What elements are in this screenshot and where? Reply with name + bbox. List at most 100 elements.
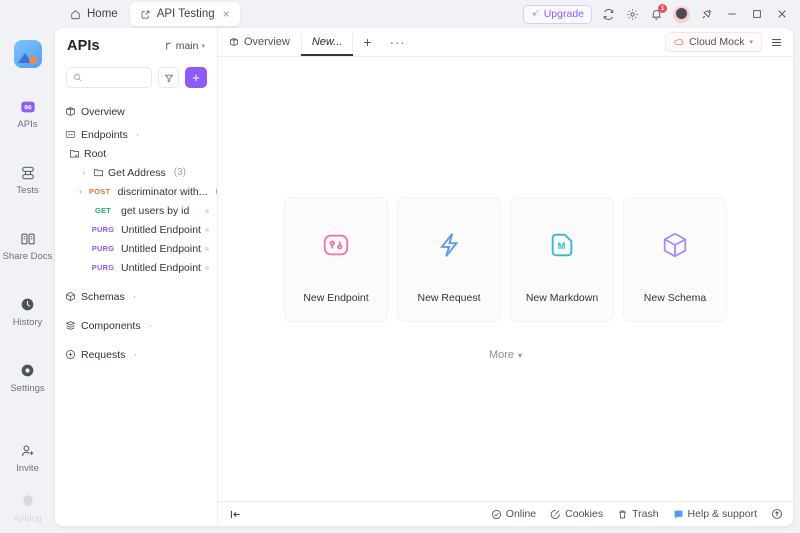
tree-item-discriminator[interactable]: › POST discriminator with... (1)	[55, 182, 217, 201]
tree-item-label: Untitled Endpoint	[121, 261, 201, 274]
method-badge: GET	[94, 206, 112, 215]
settings-icon	[20, 362, 35, 379]
folder-icon	[93, 167, 104, 178]
sidebar-item-invite[interactable]: Invite	[0, 434, 55, 484]
window-tab-home[interactable]: Home	[60, 2, 128, 26]
status-dot	[205, 227, 209, 232]
tree-item-untitled-endpoint[interactable]: PURG Untitled Endpoint	[55, 220, 217, 239]
status-help-support[interactable]: Help & support	[673, 508, 757, 520]
sidebar-item-share-docs[interactable]: Share Docs	[0, 222, 55, 272]
api-tree: Overview Endpoints · Root › Get Address …	[55, 96, 217, 364]
minimize-icon[interactable]	[724, 6, 740, 22]
branch-label: main	[175, 40, 199, 52]
chevron-right-icon[interactable]: ›	[79, 187, 82, 196]
chevron-right-icon[interactable]: ›	[79, 168, 89, 177]
window-tabs: Home API Testing ×	[60, 0, 240, 28]
sidebar-item-label: History	[12, 317, 43, 328]
history-icon	[20, 296, 35, 313]
bell-icon[interactable]: 1	[649, 3, 667, 22]
status-trash[interactable]: Trash	[617, 508, 659, 520]
lightning-icon	[434, 198, 464, 292]
apidog-logo[interactable]	[13, 40, 42, 68]
method-badge: PURG	[91, 263, 115, 272]
tree-item-menu[interactable]: ·	[149, 320, 153, 332]
search-input[interactable]	[87, 72, 145, 83]
svg-text:96: 96	[24, 104, 32, 111]
maximize-icon[interactable]	[749, 6, 765, 22]
filter-icon[interactable]	[158, 67, 179, 88]
tree-item-menu[interactable]: ·	[133, 291, 137, 303]
new-endpoint-card[interactable]: New Endpoint	[284, 197, 388, 322]
tree-item-get-address[interactable]: › Get Address (3)	[55, 163, 217, 182]
window-tab-api-testing[interactable]: API Testing ×	[129, 2, 240, 26]
home-icon	[70, 9, 81, 20]
status-dot	[205, 246, 209, 251]
gear-icon[interactable]	[625, 7, 640, 22]
branch-selector[interactable]: main ▾	[164, 40, 205, 52]
avatar[interactable]	[673, 5, 690, 23]
tree-item-components[interactable]: Components ·	[55, 316, 217, 335]
cloud-mock-label: Cloud Mock	[689, 36, 745, 48]
tree-item-menu[interactable]: ·	[136, 129, 140, 141]
tree-item-overview[interactable]: Overview	[55, 102, 217, 121]
status-label: Help & support	[687, 508, 757, 520]
tab-overflow-menu[interactable]: ···	[382, 28, 414, 56]
tree-item-schemas[interactable]: Schemas ·	[55, 287, 217, 306]
rocket-icon	[531, 9, 540, 19]
invite-icon	[20, 442, 36, 459]
search-box[interactable]	[66, 67, 152, 88]
tree-item-requests[interactable]: Requests ·	[55, 345, 217, 364]
status-label: Trash	[632, 508, 659, 520]
upgrade-button[interactable]: Upgrade	[522, 4, 592, 24]
close-icon[interactable]	[774, 6, 790, 22]
more-button[interactable]: More ▾	[489, 349, 522, 361]
overview-icon	[65, 106, 76, 117]
chevron-down-icon: ▾	[749, 39, 753, 46]
add-button[interactable]: +	[185, 67, 207, 88]
chevron-down-icon: ▾	[518, 350, 523, 360]
tree-item-menu[interactable]: ·	[133, 349, 137, 361]
sidebar-item-apis[interactable]: 96 APIs	[0, 90, 55, 140]
new-markdown-card[interactable]: M New Markdown	[510, 197, 614, 322]
sidebar-item-settings[interactable]: Settings	[0, 354, 55, 404]
new-tab-button[interactable]: +	[353, 28, 381, 56]
tree-item-root[interactable]: Root	[55, 144, 217, 163]
status-cookies[interactable]: Cookies	[550, 508, 603, 520]
upload-circle-icon[interactable]	[771, 508, 783, 520]
new-schema-card[interactable]: New Schema	[623, 197, 727, 322]
apis-sidebar: APIs main ▾ + Overview Endpoints · Root …	[55, 28, 218, 526]
close-icon[interactable]: ×	[223, 7, 230, 21]
new-request-card[interactable]: New Request	[397, 197, 501, 322]
refresh-icon[interactable]	[601, 7, 616, 22]
card-label: New Request	[417, 292, 481, 304]
sidebar-item-tests[interactable]: Tests	[0, 156, 55, 206]
tree-item-label: Schemas	[81, 290, 125, 303]
cloud-icon	[674, 37, 684, 47]
pin-icon[interactable]	[699, 6, 715, 22]
hamburger-icon[interactable]	[770, 36, 783, 49]
tree-item-label: Untitled Endpoint	[121, 242, 201, 255]
tree-item-endpoints[interactable]: Endpoints ·	[55, 125, 217, 144]
tree-item-label: Components	[81, 319, 141, 332]
tab-new[interactable]: New...	[300, 28, 354, 56]
apidog-brand: Apidog	[13, 493, 42, 533]
tree-item-untitled-endpoint[interactable]: PURG Untitled Endpoint	[55, 258, 217, 277]
collapse-sidebar-icon[interactable]	[229, 508, 242, 521]
tree-item-get-users-by-id[interactable]: GET get users by id	[55, 201, 217, 220]
status-label: Cookies	[565, 508, 604, 520]
tab-overview[interactable]: Overview	[218, 28, 301, 56]
new-item-canvas: New Endpoint New Request M New Markdown …	[218, 57, 793, 501]
sidebar-search-row: +	[55, 64, 217, 96]
tree-item-label: Overview	[81, 105, 125, 118]
sidebar-item-history[interactable]: History	[0, 288, 55, 338]
status-online[interactable]: Online	[491, 508, 536, 520]
cloud-mock-button[interactable]: Cloud Mock ▾	[665, 32, 762, 52]
content-area: Overview New... + ··· Cloud Mock ▾ New E…	[218, 28, 793, 526]
requests-icon	[65, 349, 76, 360]
sidebar-item-label: Tests	[16, 185, 39, 196]
card-label: New Endpoint	[303, 292, 369, 304]
sidebar-header: APIs main ▾	[55, 28, 217, 64]
tree-item-untitled-endpoint[interactable]: PURG Untitled Endpoint	[55, 239, 217, 258]
chevron-down-icon: ▾	[201, 43, 205, 50]
svg-text:M: M	[558, 241, 566, 251]
